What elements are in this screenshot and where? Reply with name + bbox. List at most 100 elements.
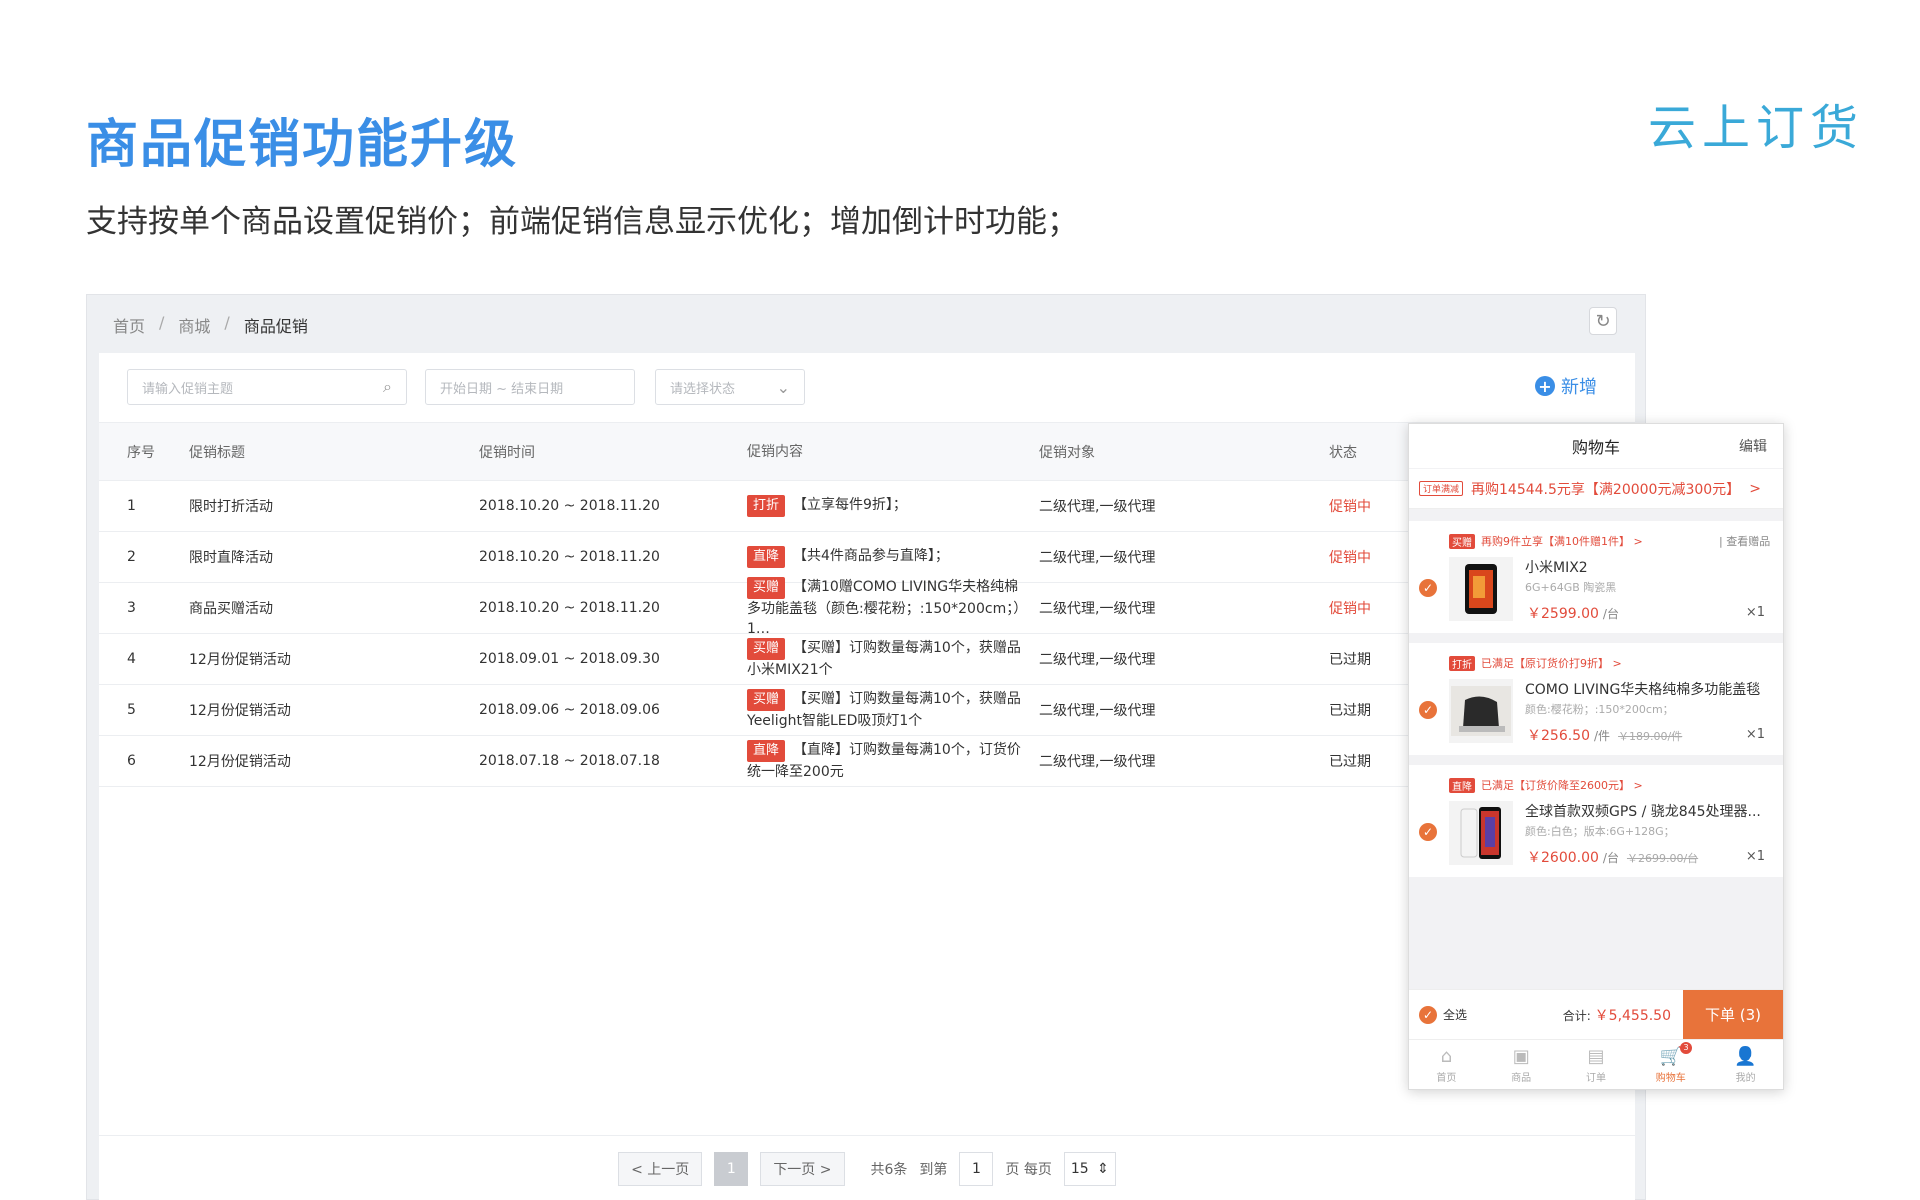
product-name[interactable]: 全球首款双频GPS / 骁龙845处理器...: [1525, 801, 1775, 821]
status-badge: 促销中: [1329, 550, 1371, 566]
tab-cart[interactable]: 🛒 3 购物车: [1633, 1040, 1708, 1089]
bottom-tabbar: ⌂ 首页 ▣ 商品 ▤ 订单 🛒 3 购物车 👤 我的: [1409, 1039, 1783, 1089]
table-row[interactable]: 4 12月份促销活动 2018.09.01 ~ 2018.09.30 买赠 【买赠】订购…: [99, 634, 1419, 685]
page-size-select[interactable]: 15 ⇕: [1063, 1151, 1116, 1186]
tab-goods[interactable]: ▣ 商品: [1484, 1040, 1559, 1089]
group-promo-header[interactable]: 直降 已满足【订货价降至2600元】 >: [1449, 777, 1643, 793]
cart-icon: 🛒 3: [1660, 1041, 1692, 1067]
promotion-table: 序号 促销标题 促销时间 促销内容 促销对象 状态 1 限时打折活动 2018.10…: [99, 423, 1419, 787]
cart-footer: ✓ 全选 合计: ￥5,455.50 下单 (3): [1409, 989, 1783, 1040]
header-no: 序号: [127, 444, 155, 461]
tab-profile[interactable]: 👤 我的: [1708, 1040, 1783, 1089]
product-qty: ×1: [1745, 727, 1765, 742]
total-value: ￥5,455.50: [1594, 1007, 1671, 1024]
status-select[interactable]: 请选择状态 ⌄: [655, 369, 805, 405]
search-placeholder: 请输入促销主题: [142, 381, 234, 397]
price-value: ￥256.50: [1527, 728, 1590, 744]
cell-content: 买赠 【买赠】订购数量每满10个，获赠品Yeelight智能LED吸顶灯1个: [729, 689, 1031, 731]
next-page-button[interactable]: 下一页 >: [760, 1151, 845, 1186]
slide-subtitle: 支持按单个商品设置促销价；前端促销信息显示优化；增加倒计时功能；: [86, 204, 1078, 240]
promo-content-text: 【直降】订购数量每满10个，订货价统一降至200元: [747, 742, 1021, 780]
slide: 商品促销功能升级 支持按单个商品设置促销价；前端促销信息显示优化；增加倒计时功能…: [0, 0, 1920, 1200]
table-row[interactable]: 5 12月份促销活动 2018.09.06 ~ 2018.09.06 买赠 【买赠】订购…: [99, 685, 1419, 736]
product-image[interactable]: [1449, 679, 1513, 743]
breadcrumb-separator: /: [224, 313, 230, 332]
product-price: ￥2600.00 /台 ￥2699.00/台: [1527, 847, 1698, 867]
breadcrumb-item-current: 商品促销: [243, 317, 308, 336]
cart-badge: 3: [1680, 1041, 1692, 1054]
cell-content: 买赠 【买赠】订购数量每满10个，获赠品小米MIX21个: [729, 638, 1031, 680]
refresh-icon: ↻: [1595, 310, 1611, 332]
breadcrumb-item-mall[interactable]: 商城: [178, 313, 210, 337]
product-qty: ×1: [1745, 605, 1765, 620]
plus-icon: +: [1535, 376, 1555, 396]
cart-title: 购物车: [1571, 438, 1620, 457]
edit-button[interactable]: 编辑: [1739, 436, 1767, 456]
item-checkbox[interactable]: ✓: [1419, 823, 1437, 841]
table-row[interactable]: 3 商品买赠活动 2018.10.20 ~ 2018.11.20 买赠 【满10赠COM…: [99, 577, 1419, 637]
table-row[interactable]: 6 12月份促销活动 2018.07.18 ~ 2018.07.18 直降 【直降】订购…: [99, 736, 1419, 787]
submit-order-button[interactable]: 下单 (3): [1683, 989, 1783, 1040]
header-status: 状态: [1329, 444, 1357, 461]
promo-content-text: 【买赠】订购数量每满10个，获赠品Yeelight智能LED吸顶灯1个: [747, 691, 1021, 729]
goto-suffix: 页 每页: [1005, 1161, 1052, 1178]
check-icon: ✓: [1419, 1005, 1437, 1024]
add-button[interactable]: + 新增: [1535, 373, 1597, 399]
promo-type-tag: 直降: [747, 546, 786, 568]
table-row[interactable]: 2 限时直降活动 2018.10.20 ~ 2018.11.20 直降 【共4件商品参与…: [99, 532, 1419, 583]
breadcrumb: 首页 / 商城 / 商品促销: [113, 313, 308, 337]
mobile-cart-screen: 购物车 编辑 订单满减 再购14544.5元享【满20000元减300元】 > …: [1408, 423, 1784, 1090]
tab-orders[interactable]: ▤ 订单: [1559, 1040, 1634, 1089]
slide-title: 商品促销功能升级: [86, 115, 519, 175]
status-placeholder: 请选择状态: [670, 381, 736, 397]
product-name[interactable]: COMO LIVING华夫格纯棉多功能盖毯: [1525, 679, 1775, 699]
cell-title: 商品买赠活动: [189, 601, 273, 617]
date-placeholder: 开始日期 ~ 结束日期: [440, 381, 564, 397]
cell-no: 4: [127, 651, 136, 667]
search-input[interactable]: 请输入促销主题 ⌕: [127, 369, 407, 405]
item-checkbox[interactable]: ✓: [1419, 701, 1437, 719]
promo-content-text: 【满10赠COMO LIVING华夫格纯棉多功能盖毯（颜色:樱花粉；:150*2…: [747, 579, 1028, 637]
phone-product-icon: [1460, 807, 1501, 859]
order-promo-bar[interactable]: 订单满减 再购14544.5元享【满20000元减300元】 >: [1409, 469, 1783, 509]
item-checkbox[interactable]: ✓: [1419, 579, 1437, 597]
group-promo-header[interactable]: 打折 已满足【原订货价打9折】 >: [1449, 655, 1622, 671]
price-unit: /件: [1594, 729, 1611, 743]
product-name[interactable]: 小米MIX2: [1525, 557, 1775, 577]
date-range-input[interactable]: 开始日期 ~ 结束日期: [425, 369, 635, 405]
tab-home[interactable]: ⌂ 首页: [1409, 1040, 1484, 1089]
cell-time: 2018.10.20 ~ 2018.11.20: [479, 600, 660, 616]
group-promo-header[interactable]: 买赠 再购9件立享【满10件赠1件】 > | 查看赠品: [1449, 533, 1770, 549]
goto-page-input[interactable]: 1: [959, 1151, 994, 1186]
cell-title: 12月份促销活动: [189, 652, 291, 668]
group-promo-text: 再购9件立享【满10件赠1件】 >: [1481, 535, 1643, 548]
group-tag: 打折: [1449, 655, 1475, 671]
product-price: ￥256.50 /件 ￥189.00/件: [1527, 725, 1682, 745]
order-promo-chip: 订单满减: [1419, 481, 1464, 496]
breadcrumb-item-home[interactable]: 首页: [113, 313, 145, 337]
cart-group-2: 打折 已满足【原订货价打9折】 > ✓ COMO LIVING华夫格纯棉多功能盖…: [1409, 643, 1783, 755]
cell-content: 打折 【立享每件9折】；: [729, 495, 1031, 517]
product-image[interactable]: [1449, 801, 1513, 865]
refresh-button[interactable]: ↻: [1589, 307, 1617, 335]
chevron-right-icon: >: [1749, 480, 1761, 497]
cell-no: 5: [127, 702, 136, 718]
search-icon[interactable]: ⌕: [383, 377, 392, 397]
goto-prefix: 到第: [919, 1161, 948, 1178]
status-badge: 已过期: [1329, 652, 1371, 668]
cell-no: 6: [127, 753, 136, 769]
user-icon: 👤: [1734, 1045, 1757, 1067]
table-row[interactable]: 1 限时打折活动 2018.10.20 ~ 2018.11.20 打折 【立享每件9折】…: [99, 481, 1419, 532]
tab-label: 我的: [1735, 1072, 1756, 1084]
tab-label: 订单: [1585, 1072, 1606, 1084]
cell-content: 直降 【直降】订购数量每满10个，订货价统一降至200元: [729, 740, 1031, 782]
page-number-current[interactable]: 1: [714, 1151, 749, 1186]
cell-target: 二级代理,一级代理: [1039, 754, 1156, 770]
select-all-checkbox[interactable]: ✓ 全选: [1419, 1005, 1467, 1024]
header-content: 促销内容: [747, 443, 803, 460]
view-gift-link[interactable]: | 查看赠品: [1719, 533, 1770, 549]
product-image[interactable]: [1449, 557, 1513, 621]
prev-page-button[interactable]: < 上一页: [618, 1151, 703, 1186]
group-tag: 直降: [1449, 777, 1475, 793]
breadcrumb-separator: /: [159, 313, 165, 332]
